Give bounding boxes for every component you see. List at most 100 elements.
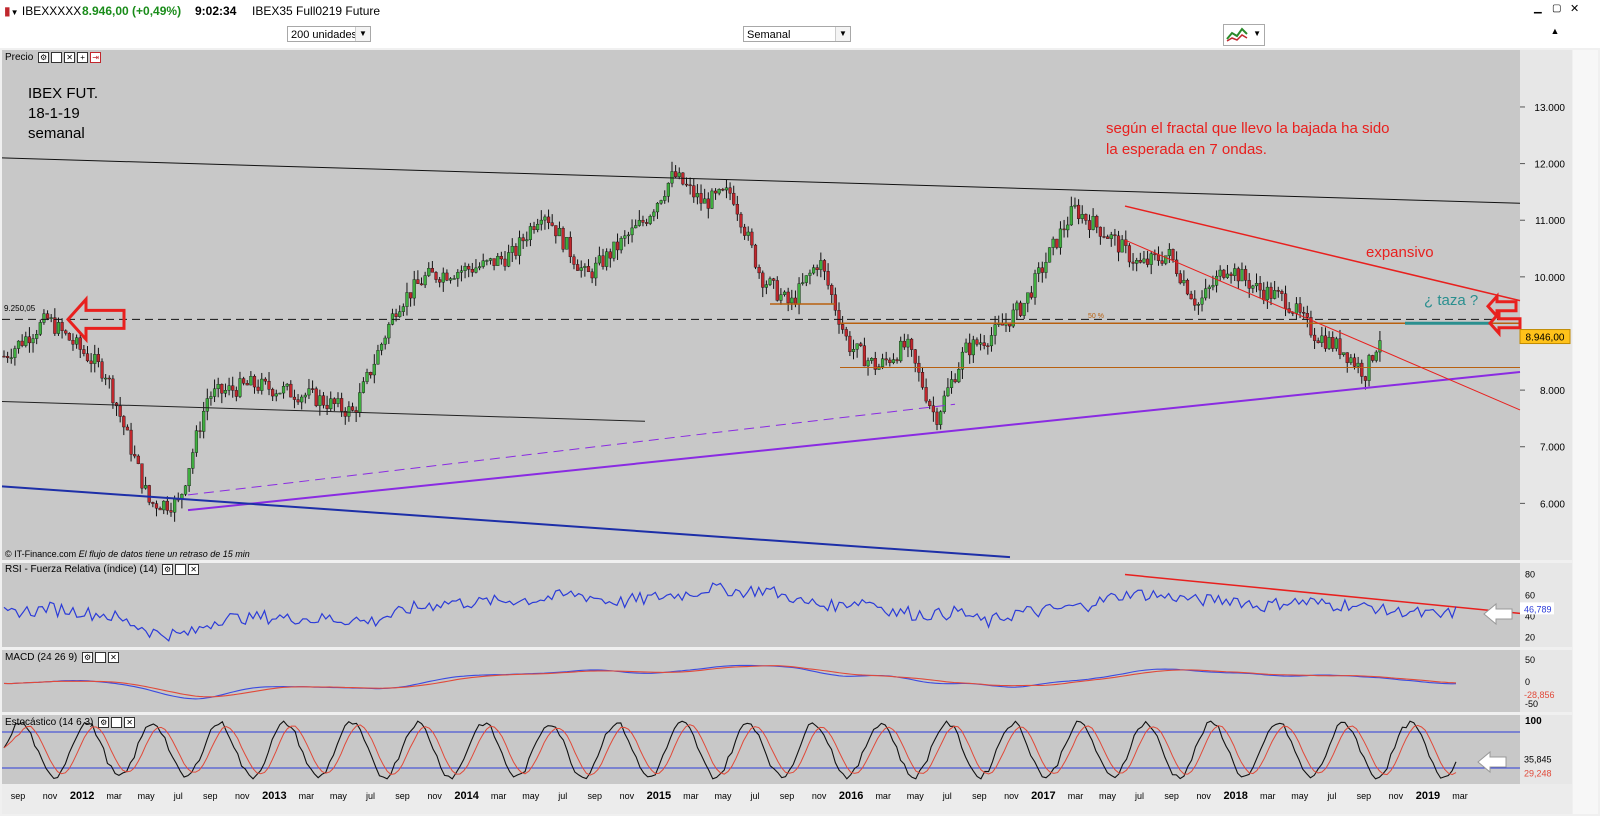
candle-body [1265,286,1269,301]
chevron-down-icon: ▼ [835,27,850,41]
close-icon[interactable]: ✕ [124,717,136,728]
macd-panel[interactable] [2,650,1520,712]
candle-body [321,395,326,406]
close-icon[interactable]: ✕ [1570,2,1579,15]
close-icon[interactable]: ✕ [188,564,200,575]
candle-body [895,359,899,362]
candle-body [289,383,293,398]
candle-body [928,400,932,406]
candle-body [1109,234,1113,239]
candle-body [978,342,983,345]
candle-body [1033,273,1037,298]
candle-body [1283,293,1288,309]
price-tick-label: 12.000 [1534,160,1565,171]
candle-body [779,294,783,301]
candle-body [212,388,217,397]
window-icon[interactable] [95,652,107,663]
time-tick-label: sep [972,791,987,801]
window-icon[interactable] [175,564,187,575]
time-tick-label: jul [557,791,567,801]
candle-body [1276,290,1280,292]
candle-body [1298,303,1302,313]
close-icon[interactable]: ✕ [108,652,120,663]
annotation-expansivo: expansivo [1366,244,1434,261]
symbol-menu[interactable]: ▮▼ IBEXXXXX [4,4,81,18]
maximize-icon[interactable]: ▢ [1552,3,1561,14]
chart-type-button[interactable]: ▼ [1223,24,1265,46]
wrench-icon[interactable]: ⚙ [98,717,110,728]
window-icon[interactable] [51,52,63,63]
stoch-panel[interactable] [2,715,1520,784]
candle-body [1029,292,1034,298]
scroll-up-button[interactable]: ▲ [1548,26,1562,40]
candle-body [536,223,540,231]
candle-body [169,510,173,513]
candle-body [811,267,816,274]
candle-body [543,216,547,221]
candle-body [1204,288,1208,299]
candle-body [318,395,322,406]
candle-body [822,260,827,272]
wrench-icon[interactable]: ⚙ [38,52,50,63]
candle-body [1349,357,1353,363]
period-select[interactable]: Semanal ▼ [743,26,851,42]
minimize-icon[interactable]: ▁ [1534,3,1542,14]
time-tick-label: mar [1068,791,1084,801]
candle-body [935,411,939,425]
candle-body [663,196,667,201]
wrench-icon[interactable]: ⚙ [82,652,94,663]
add-icon[interactable]: + [77,52,89,63]
candle-body [20,340,24,346]
price-panel-header: Precio ⚙ ✕ + ⇥ [5,52,102,63]
candle-body [1015,302,1019,311]
candle-body [862,345,867,367]
candle-body [285,383,289,387]
candle-body [1149,253,1153,265]
candle-body [93,354,97,364]
candle-body [383,337,387,345]
candle-body [227,385,231,391]
candle-body [532,226,536,231]
candle-body [957,369,961,383]
candle-body [1051,238,1055,248]
candle-body [1211,285,1215,288]
time-tick-label: sep [395,791,410,801]
wrench-icon[interactable]: ⚙ [162,564,174,575]
candle-body [434,272,438,280]
export-icon[interactable]: ⇥ [90,52,102,63]
close-icon[interactable]: ✕ [64,52,76,63]
candle-body [191,452,195,469]
rsi-tick-label: 60 [1525,591,1535,601]
candle-body [292,396,297,400]
candle-body [75,337,79,345]
time-tick-label: sep [203,791,218,801]
candle-body [430,268,434,273]
right-scrollbar[interactable] [1573,50,1598,814]
candle-body [517,237,522,256]
candle-body [376,350,380,365]
time-tick-label: jul [942,791,952,801]
candle-body [942,395,946,412]
candle-body [507,252,511,267]
annotation-title-line1: IBEX FUT. [28,85,99,102]
candle-body [561,228,565,250]
candle-body [13,348,17,358]
candle-body [340,398,344,412]
time-tick-label: sep [11,791,26,801]
candle-body [1193,298,1197,306]
time-tick-label: sep [588,791,603,801]
candle-body [510,246,514,253]
candle-body [1106,236,1110,239]
candle-body [1044,262,1048,273]
period-select-value: Semanal [747,29,791,41]
window-icon[interactable] [111,717,123,728]
candle-body [187,468,191,487]
time-tick-label: nov [427,791,442,801]
annotation-note-line2: la esperada en 7 ondas. [1106,141,1267,158]
candle-body [546,216,551,223]
candle-body [1098,226,1102,237]
units-select[interactable]: 200 unidades ▼ [287,26,371,42]
candle-body [296,399,300,403]
rsi-panel[interactable] [2,563,1520,647]
chart-area[interactable]: 6.0007.0008.0009.00010.00011.00012.00013… [0,48,1600,816]
